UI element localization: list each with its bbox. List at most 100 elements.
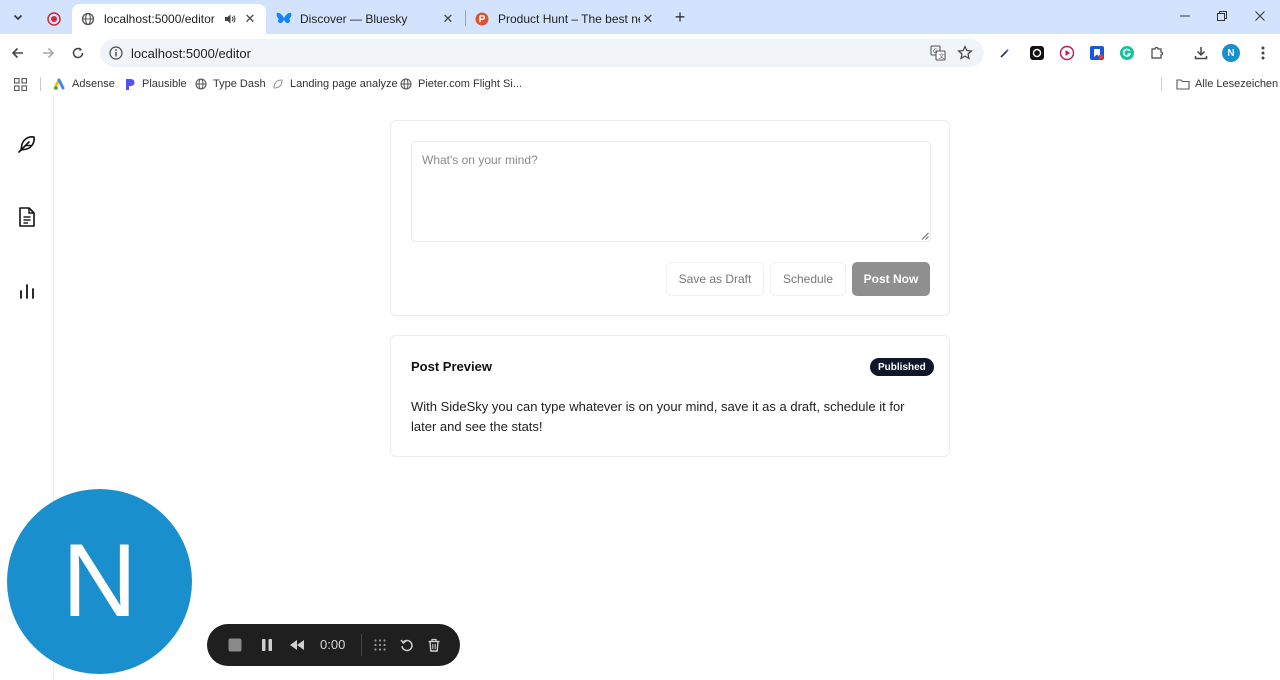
restore-icon: [1217, 11, 1227, 21]
tab-title: Product Hunt – The best new p: [498, 12, 640, 26]
stop-icon: [228, 638, 242, 652]
camera-extension-icon[interactable]: [1028, 44, 1046, 62]
address-bar[interactable]: localhost:5000/editor: [100, 39, 984, 67]
preview-title: Post Preview: [411, 359, 492, 374]
close-icon[interactable]: ✕: [242, 11, 258, 27]
reload-icon: [72, 47, 84, 59]
webcam-avatar: N: [7, 489, 192, 674]
post-textarea[interactable]: [411, 141, 931, 242]
sidebar-item-stats[interactable]: [14, 278, 40, 304]
bookmark-plausible[interactable]: Plausible: [123, 76, 187, 92]
globe-icon: [399, 77, 413, 91]
bookmark-type-dash[interactable]: Type Dash: [194, 76, 266, 92]
restart-icon: [400, 639, 413, 652]
tab-strip: localhost:5000/editor ✕ Discover — Blues…: [0, 0, 1280, 34]
rewind-icon: [290, 640, 304, 650]
product-hunt-icon: [474, 11, 490, 27]
chevron-down-icon: [13, 14, 23, 21]
bookmark-extension-icon[interactable]: [1088, 44, 1106, 62]
drag-handle[interactable]: [370, 635, 390, 655]
recorder-toolbar: 0:00: [207, 624, 460, 666]
post-now-button[interactable]: Post Now: [852, 262, 930, 296]
adsense-icon: [53, 77, 67, 91]
close-icon[interactable]: ✕: [440, 11, 456, 27]
pen-extension-icon[interactable]: [996, 44, 1014, 62]
extensions-puzzle-icon[interactable]: [1148, 44, 1166, 62]
bookmark-star-icon[interactable]: [956, 44, 974, 62]
bookmark-label: Adsense: [72, 78, 115, 90]
close-icon[interactable]: ✕: [640, 11, 656, 27]
grid-dots-icon: [374, 639, 386, 651]
minimize-icon: [1180, 15, 1190, 17]
resize-handle-icon[interactable]: [921, 232, 929, 240]
rewind-button[interactable]: [287, 635, 307, 655]
tab-title: localhost:5000/editor: [104, 12, 215, 26]
globe-icon: [80, 11, 96, 27]
download-icon[interactable]: [1192, 44, 1210, 62]
butterfly-icon: [276, 11, 292, 27]
bookmark-label: Plausible: [142, 78, 187, 90]
bookmark-label: Pieter.com Flight Si...: [418, 78, 522, 90]
restore-button[interactable]: [1212, 6, 1232, 26]
url-text: localhost:5000/editor: [131, 45, 251, 61]
bar-chart-icon: [20, 284, 34, 299]
site-info-icon[interactable]: [108, 45, 124, 61]
schedule-button[interactable]: Schedule: [770, 262, 846, 296]
preview-body: With SideSky you can type whatever is on…: [411, 399, 905, 434]
bookmarks-separator: [40, 77, 41, 91]
trash-icon: [428, 638, 440, 652]
bookmark-label: Landing page analyze: [290, 78, 398, 90]
back-button[interactable]: [7, 42, 29, 64]
tab-bluesky[interactable]: Discover — Bluesky ✕: [268, 4, 464, 34]
leaf-icon: [271, 77, 285, 91]
arrow-right-icon: [43, 47, 55, 59]
stop-recording-button[interactable]: [225, 635, 245, 655]
sidebar-item-editor[interactable]: [14, 131, 40, 157]
pause-recording-button[interactable]: [257, 635, 277, 655]
tab-editor[interactable]: localhost:5000/editor ✕: [72, 4, 266, 34]
save-draft-button[interactable]: Save as Draft: [666, 262, 764, 296]
delete-recording-button[interactable]: [424, 635, 444, 655]
bookmarks-bar: Adsense Plausible Type Dash Landing page…: [0, 72, 1280, 96]
video-extension-icon[interactable]: [1058, 44, 1076, 62]
arrow-left-icon: [11, 47, 23, 59]
recording-timer: 0:00: [320, 637, 346, 652]
restart-recording-button[interactable]: [397, 635, 417, 655]
feather-icon: [18, 136, 35, 153]
document-icon: [19, 207, 35, 227]
apps-grid-icon[interactable]: [14, 76, 27, 92]
folder-icon: [1176, 77, 1190, 91]
status-badge: Published: [870, 358, 934, 376]
composer-card: Save as Draft Schedule Post Now: [390, 120, 950, 316]
kebab-menu-icon[interactable]: [1254, 44, 1272, 62]
all-bookmarks[interactable]: Alle Lesezeichen: [1176, 76, 1278, 92]
plausible-icon: [123, 77, 137, 91]
close-icon: [1255, 11, 1265, 21]
tab-recording[interactable]: [38, 4, 70, 34]
browser-toolbar: localhost:5000/editor G文 N: [0, 34, 1280, 72]
bookmark-adsense[interactable]: Adsense: [53, 76, 115, 92]
sidebar-item-posts[interactable]: [14, 204, 40, 230]
tab-search-button[interactable]: [8, 7, 28, 27]
translate-icon[interactable]: G文: [929, 44, 947, 62]
pause-icon: [262, 639, 272, 651]
bookmark-pieter-flight[interactable]: Pieter.com Flight Si...: [399, 76, 522, 92]
bookmark-landing-page-analyze[interactable]: Landing page analyze: [271, 76, 398, 92]
tab-product-hunt[interactable]: Product Hunt – The best new p ✕: [466, 4, 664, 34]
close-window-button[interactable]: [1250, 6, 1270, 26]
grammarly-icon[interactable]: [1118, 44, 1136, 62]
tab-title: Discover — Bluesky: [300, 12, 408, 26]
recorder-separator: [361, 634, 362, 656]
profile-avatar[interactable]: N: [1222, 44, 1240, 62]
post-preview-card: Post Preview Published With SideSky you …: [390, 335, 950, 457]
forward-button[interactable]: [37, 42, 59, 64]
record-icon: [46, 11, 62, 27]
minimize-button[interactable]: [1175, 6, 1195, 26]
speaker-icon[interactable]: [222, 11, 238, 27]
bookmarks-separator: [1161, 77, 1162, 91]
all-bookmarks-label: Alle Lesezeichen: [1195, 78, 1279, 90]
svg-text:G: G: [933, 48, 938, 55]
new-tab-button[interactable]: +: [670, 7, 690, 27]
reload-button[interactable]: [67, 42, 89, 64]
bookmark-label: Type Dash: [213, 78, 266, 90]
